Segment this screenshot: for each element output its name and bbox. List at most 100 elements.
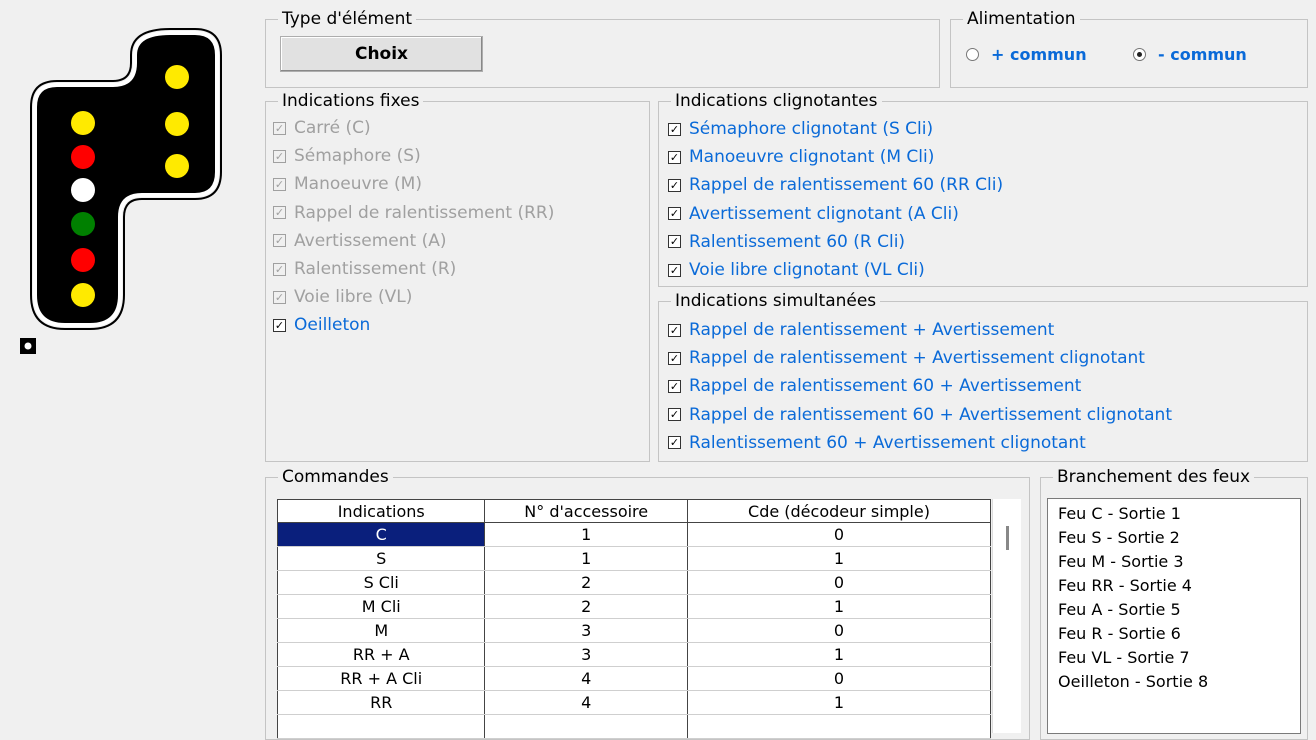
fixes-checkbox-6: ✓ Ralentissement (R): [273, 259, 456, 279]
col-accessoire[interactable]: N° d'accessoire: [484, 499, 688, 523]
fixes-checkbox-3: ✓ Manoeuvre (M): [273, 174, 422, 194]
col-indications[interactable]: Indications: [276, 499, 486, 523]
lamp-4: [71, 212, 95, 236]
fixes-checkbox-1: ✓ Carré (C): [273, 118, 371, 138]
table-cell[interactable]: 1: [686, 642, 992, 667]
commandes-legend: Commandes: [282, 467, 389, 487]
table-scrollbar[interactable]: [992, 499, 1021, 733]
table-cell[interactable]: 4: [484, 690, 688, 715]
table-cell[interactable]: 3: [484, 642, 688, 667]
table-cell[interactable]: 1: [484, 522, 688, 547]
choix-button[interactable]: Choix: [280, 36, 483, 72]
table-cell[interactable]: RR + A: [276, 642, 486, 667]
clignotantes-checkbox-2-label: Manoeuvre clignotant (M Cli): [689, 147, 935, 168]
lamp-top-1: [165, 65, 189, 89]
table-cell[interactable]: 1: [686, 546, 992, 571]
radio-minus-commun-label: - commun: [1158, 45, 1247, 64]
simultanees-checkbox-2[interactable]: ✓ Rappel de ralentissement + Avertissemen…: [668, 348, 1145, 368]
checkbox-icon: ✓: [273, 234, 286, 248]
clignotantes-checkbox-4[interactable]: ✓ Avertissement clignotant (A Cli): [668, 204, 959, 224]
clignotantes-checkbox-5[interactable]: ✓ Ralentissement 60 (R Cli): [668, 232, 905, 252]
fixes-checkbox-7: ✓ Voie libre (VL): [273, 287, 412, 307]
list-item[interactable]: Feu S - Sortie 2: [1058, 526, 1300, 550]
table-cell[interactable]: C: [276, 522, 486, 547]
table-row[interactable]: RR + A31: [276, 642, 992, 667]
table-row[interactable]: RR + A Cli 4 0: [276, 666, 992, 691]
table-row[interactable]: S11: [276, 546, 992, 571]
table-row[interactable]: C10: [276, 522, 992, 547]
table-row[interactable]: M30: [276, 618, 992, 643]
table-cell[interactable]: 2: [484, 570, 688, 595]
table-cell[interactable]: M: [276, 618, 486, 643]
checkbox-icon: ✓: [668, 150, 681, 164]
checkbox-icon: ✓: [668, 351, 681, 365]
checkbox-icon: ✓: [668, 408, 681, 422]
table-row[interactable]: S Cli 2 0: [276, 570, 992, 595]
fixes-checkbox-8-label: Oeilleton: [294, 315, 371, 336]
table-cell[interactable]: S Cli: [276, 570, 486, 595]
checkbox-icon: ✓: [273, 290, 286, 304]
indications-simultanees-legend: Indications simultanées: [675, 291, 877, 311]
checkbox-icon: ✓: [668, 178, 681, 192]
table-cell[interactable]: S: [276, 546, 486, 571]
checkbox-icon: ✓: [668, 235, 681, 249]
simultanees-checkbox-1[interactable]: ✓ Rappel de ralentissement + Avertissemen…: [668, 320, 1054, 340]
list-item[interactable]: Feu M - Sortie 3: [1058, 550, 1300, 574]
radio-minus-commun[interactable]: - commun: [1133, 45, 1247, 64]
simultanees-checkbox-1-label: Rappel de ralentissement + Avertissement: [689, 320, 1055, 340]
table-row[interactable]: M Cli 2 1: [276, 594, 992, 619]
col-cde[interactable]: Cde (décodeur simple): [686, 499, 992, 523]
type-element-legend: Type d'élément: [282, 9, 413, 29]
table-cell[interactable]: 4: [484, 666, 688, 691]
simultanees-checkbox-3[interactable]: ✓ Rappel de ralentissement 60 + Avertisse…: [668, 376, 1081, 396]
lamp-top-3: [165, 154, 189, 178]
radio-selected-icon: [1133, 48, 1146, 61]
table-cell[interactable]: RR + A Cli: [276, 666, 486, 691]
checkbox-icon: ✓: [668, 323, 681, 337]
clignotantes-checkbox-2[interactable]: ✓ Manoeuvre clignotant (M Cli): [668, 147, 934, 167]
table-cell[interactable]: 1: [686, 690, 992, 715]
table-cell[interactable]: 0: [686, 618, 992, 643]
list-item[interactable]: Feu VL - Sortie 7: [1058, 646, 1300, 670]
fixes-checkbox-8[interactable]: ✓ Oeilleton: [273, 315, 370, 335]
alimentation-legend: Alimentation: [967, 9, 1076, 29]
checkbox-icon: ✓: [273, 262, 286, 276]
list-item[interactable]: Feu A - Sortie 5: [1058, 598, 1300, 622]
clignotantes-checkbox-3[interactable]: ✓ Rappel de ralentissement 60 (RR Cli): [668, 175, 1003, 195]
table-cell[interactable]: RR: [276, 690, 486, 715]
table-cell[interactable]: 0: [686, 570, 992, 595]
table-cell[interactable]: 3: [484, 618, 688, 643]
fixes-checkbox-3-label: Manoeuvre (M): [294, 174, 422, 195]
fixes-checkbox-2-label: Sémaphore (S): [294, 146, 421, 167]
simultanees-checkbox-3-label: Rappel de ralentissement 60 + Avertissem…: [689, 376, 1082, 397]
table-cell[interactable]: 2: [484, 594, 688, 619]
table-cell[interactable]: 1: [484, 546, 688, 571]
table-cell[interactable]: M Cli: [276, 594, 486, 619]
fixes-checkbox-4-label: Rappel de ralentissement (RR): [294, 202, 555, 223]
indications-clignotantes-legend: Indications clignotantes: [675, 91, 878, 111]
table-row[interactable]: RR 4 1: [276, 690, 992, 715]
clignotantes-checkbox-6[interactable]: ✓ Voie libre clignotant (VL Cli): [668, 260, 925, 280]
lamp-2: [71, 145, 95, 169]
checkbox-icon: ✓: [273, 149, 286, 163]
scrollbar-thumb[interactable]: [1006, 526, 1009, 550]
list-item[interactable]: Oeilleton - Sortie 8: [1058, 670, 1300, 694]
table-cell[interactable]: 0: [686, 522, 992, 547]
list-item[interactable]: Feu R - Sortie 6: [1058, 622, 1300, 646]
simultanees-checkbox-4[interactable]: ✓ Rappel de ralentissement 60 + Avertisse…: [668, 405, 1172, 425]
list-item[interactable]: Feu RR - Sortie 4: [1058, 574, 1300, 598]
table-cell[interactable]: 0: [686, 666, 992, 691]
simultanees-checkbox-5[interactable]: ✓ Ralentissement 60 + Avertissement clign…: [668, 433, 1086, 453]
checkbox-icon: ✓: [273, 206, 286, 220]
clignotantes-checkbox-1-label: Sémaphore clignotant (S Cli): [689, 119, 934, 139]
branchement-list[interactable]: Feu C - Sortie 1 Feu S - Sortie 2 Feu M - …: [1047, 498, 1301, 734]
clignotantes-checkbox-5-label: Ralentissement 60 (R Cli): [689, 231, 906, 252]
radio-plus-commun[interactable]: + commun: [966, 45, 1087, 64]
clignotantes-checkbox-1[interactable]: ✓ Sémaphore clignotant (S Cli): [668, 119, 933, 139]
checkbox-icon: ✓: [668, 122, 681, 136]
clignotantes-checkbox-3-label: Rappel de ralentissement 60 (RR Cli): [689, 175, 1004, 196]
table-cell[interactable]: 1: [686, 594, 992, 619]
lamp-top-2: [165, 112, 189, 136]
fixes-checkbox-5-label: Avertissement (A): [294, 230, 447, 251]
list-item[interactable]: Feu C - Sortie 1: [1058, 502, 1300, 526]
